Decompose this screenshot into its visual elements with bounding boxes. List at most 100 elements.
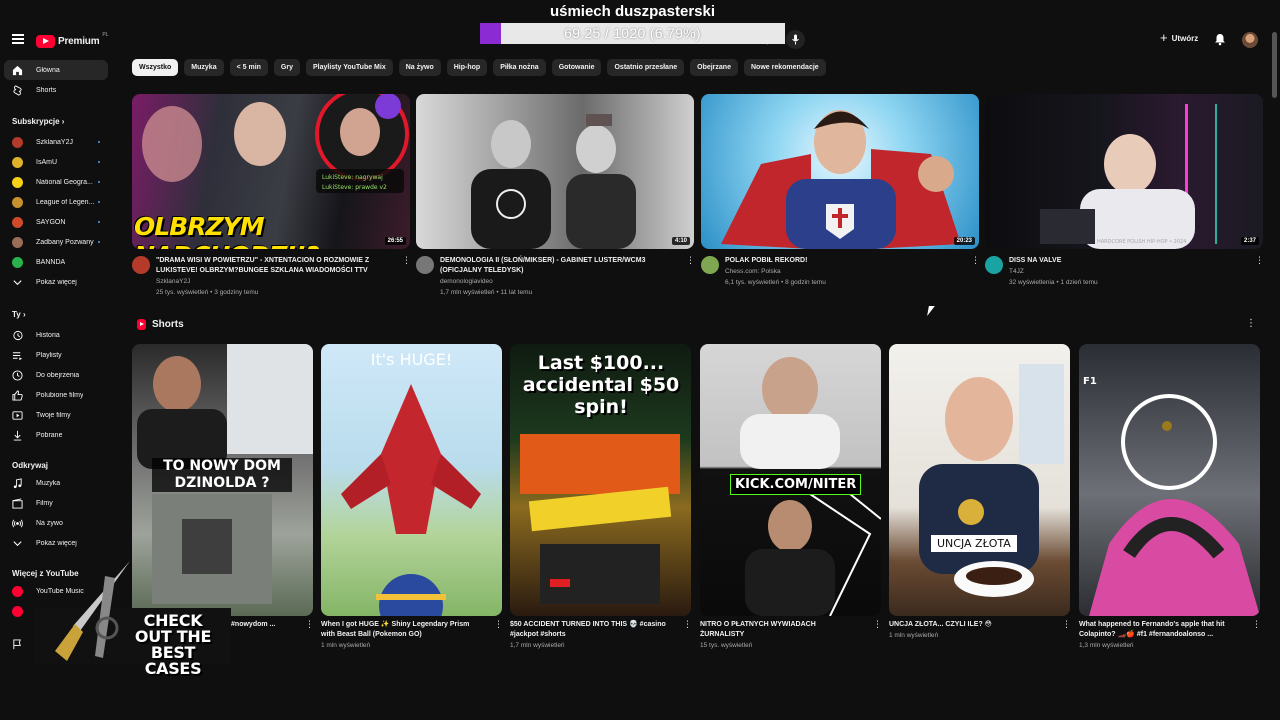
short-title[interactable]: NITRO O PŁATNYCH WYWIADACH ŻURNALISTY (700, 620, 862, 640)
filter-chip[interactable]: Gry (273, 59, 300, 76)
more-actions-icon[interactable]: ⋮ (873, 620, 882, 629)
sidebar-item-label: Shorts (36, 86, 57, 94)
channel-name[interactable]: Chess.com: Polska (725, 266, 960, 277)
avatar[interactable] (1242, 32, 1258, 48)
more-actions-icon[interactable]: ⋮ (402, 256, 411, 265)
video-title[interactable]: DISS NA VALVE (1009, 256, 1244, 266)
sidebar-item-you[interactable]: Pobrane (4, 425, 108, 445)
video-thumbnail[interactable]: 4:10 (416, 94, 694, 249)
short-card[interactable]: It's HUGE! When I got HUGE ✨ Shiny Legen… (321, 344, 503, 652)
you-header[interactable]: Ty › (12, 310, 26, 319)
subscription-item[interactable]: SAYGON (4, 212, 108, 232)
filter-chip[interactable]: Na żywo (398, 59, 441, 76)
show-more-subscriptions[interactable]: Pokaż więcej (4, 272, 108, 292)
video-title[interactable]: POLAK POBIŁ REKORD! (725, 256, 960, 266)
short-thumbnail[interactable]: UNCJA ZŁOTA (889, 344, 1070, 616)
filter-chip[interactable]: Piłka nożna (493, 59, 546, 76)
channel-avatar[interactable] (985, 256, 1003, 274)
more-actions-icon[interactable]: ⋮ (686, 256, 695, 265)
short-title[interactable]: TO NOWY DOM DZINOLDA ... #nowydom ... (132, 620, 294, 630)
subscription-item[interactable]: League of Legen... (4, 192, 108, 212)
more-actions-icon[interactable]: ⋮ (1252, 620, 1261, 629)
channel-avatar[interactable] (416, 256, 434, 274)
sidebar-item-explore[interactable]: Na żywo (4, 513, 108, 533)
youtube-premium-logo[interactable]: Premium PL (36, 32, 109, 48)
scrollbar[interactable] (1272, 32, 1277, 98)
more-from-youtube-header[interactable]: Więcej z YouTube (12, 569, 79, 578)
shorts-more-icon[interactable]: ⋮ (1246, 318, 1256, 329)
subscription-item[interactable]: SzklanaY2J (4, 132, 108, 152)
filter-chip[interactable]: Obejrzane (690, 59, 738, 76)
menu-icon[interactable] (12, 34, 24, 44)
video-card[interactable]: LukiSteve: nagrywaj LukiSteve: prawde v2… (132, 94, 411, 298)
channel-avatar[interactable] (132, 256, 150, 274)
short-card[interactable]: KICK.COM/NITER NITRO O PŁATNYCH WYWIADAC… (700, 344, 882, 652)
short-card[interactable]: TO NOWY DOM DZINOLDA ? TO NOWY DOM DZINO… (132, 344, 314, 630)
channel-name[interactable]: demonologiavideo (440, 276, 675, 287)
channel-name[interactable]: SzklanaY2J (156, 276, 391, 287)
report-history-item[interactable] (4, 634, 108, 654)
more-actions-icon[interactable]: ⋮ (1062, 620, 1071, 629)
subscription-item[interactable]: BANNDA (4, 252, 108, 272)
sidebar-item-home[interactable]: Główna (4, 60, 108, 80)
short-thumbnail[interactable]: KICK.COM/NITER (700, 344, 881, 616)
channel-avatar[interactable] (701, 256, 719, 274)
subscription-item[interactable]: Zadbany Pozwany (4, 232, 108, 252)
video-thumbnail[interactable]: 20:23 (701, 94, 979, 249)
short-card[interactable]: F1 What happened to Fernando's apple tha… (1079, 344, 1261, 652)
video-title[interactable]: DEMONOLOGIA II (SŁOŃ/MIKSER) - GABINET L… (440, 256, 675, 276)
video-thumbnail[interactable]: HARDCORE POLISH HIP-HOP • 2024 2:37 (985, 94, 1263, 249)
short-thumbnail[interactable]: F1 (1079, 344, 1260, 616)
video-duration: 26:55 (384, 237, 406, 245)
sidebar-item-you[interactable]: Twoje filmy (4, 405, 108, 425)
filter-chip[interactable]: Hip-hop (446, 59, 488, 76)
sidebar-item-you[interactable]: Playlisty (4, 345, 108, 365)
short-thumbnail[interactable]: TO NOWY DOM DZINOLDA ? (132, 344, 313, 616)
short-title[interactable]: UNCJA ZŁOTA... CZYLI ILE? 😳 (889, 620, 1051, 630)
short-title[interactable]: When I got HUGE ✨ Shiny Legendary Prism … (321, 620, 483, 640)
short-card[interactable]: UNCJA ZŁOTA UNCJA ZŁOTA... CZYLI ILE? 😳 … (889, 344, 1071, 642)
sidebar-item-shorts[interactable]: Shorts (4, 80, 108, 100)
mic-icon[interactable] (786, 30, 805, 49)
video-title[interactable]: "DRAMA WISI W POWIETRZU" - XNTENTACION O… (156, 256, 391, 276)
more-actions-icon[interactable]: ⋮ (305, 620, 314, 629)
filter-chip[interactable]: < 5 min (229, 59, 268, 76)
short-title[interactable]: What happened to Fernando's apple that h… (1079, 620, 1241, 640)
search-icon[interactable] (754, 32, 772, 46)
video-thumbnail[interactable]: LukiSteve: nagrywaj LukiSteve: prawde v2… (132, 94, 410, 249)
short-card[interactable]: Last $100... accidental $50 spin! $50 AC… (510, 344, 692, 652)
more-actions-icon[interactable]: ⋮ (971, 256, 980, 265)
sidebar-item-you[interactable]: Historia (4, 325, 108, 345)
filter-chip[interactable]: Gotowanie (551, 59, 602, 76)
short-thumbnail[interactable]: Last $100... accidental $50 spin! (510, 344, 691, 616)
shorts-icon (12, 84, 23, 96)
subscriptions-header[interactable]: Subskrypcje › (12, 117, 64, 126)
subscription-item[interactable]: IsAmU (4, 152, 108, 172)
short-title[interactable]: $50 ACCIDENT TURNED INTO THIS 💀 #casino … (510, 620, 672, 640)
filter-chip[interactable]: Muzyka (184, 59, 224, 76)
explore-header[interactable]: Odkrywaj (12, 461, 48, 470)
more-actions-icon[interactable]: ⋮ (494, 620, 503, 629)
bell-icon[interactable] (1214, 33, 1226, 46)
filter-chip[interactable]: Nowe rekomendacje (743, 59, 826, 76)
video-card[interactable]: 4:10 DEMONOLOGIA II (SŁOŃ/MIKSER) - GABI… (416, 94, 695, 298)
filter-chip[interactable]: Playlisty YouTube Mix (305, 59, 393, 76)
subscription-item[interactable]: National Geogra... (4, 172, 108, 192)
sidebar-item-explore[interactable]: Filmy (4, 493, 108, 513)
channel-name[interactable]: T4JZ (1009, 266, 1244, 277)
video-card[interactable]: 20:23 POLAK POBIŁ REKORD! Chess.com: Pol… (701, 94, 980, 288)
filter-chip[interactable]: Ostatnio przesłane (607, 59, 685, 76)
video-card[interactable]: HARDCORE POLISH HIP-HOP • 2024 2:37 DISS… (985, 94, 1264, 288)
youtube-app-item[interactable] (4, 601, 108, 621)
create-button[interactable]: + Utwórz (1160, 31, 1198, 44)
video-duration: 20:23 (953, 237, 975, 245)
youtube-app-item[interactable]: YouTube Music (4, 581, 108, 601)
sidebar-item-explore[interactable]: Muzyka (4, 473, 108, 493)
short-thumbnail[interactable]: It's HUGE! (321, 344, 502, 616)
more-actions-icon[interactable]: ⋮ (683, 620, 692, 629)
filter-chip[interactable]: Wszystko (132, 59, 179, 76)
more-actions-icon[interactable]: ⋮ (1255, 256, 1264, 265)
sidebar-item-you[interactable]: Do obejrzenia (4, 365, 108, 385)
sidebar-item-you[interactable]: Polubione filmy (4, 385, 108, 405)
sidebar-item-explore[interactable]: Pokaż więcej (4, 533, 108, 553)
